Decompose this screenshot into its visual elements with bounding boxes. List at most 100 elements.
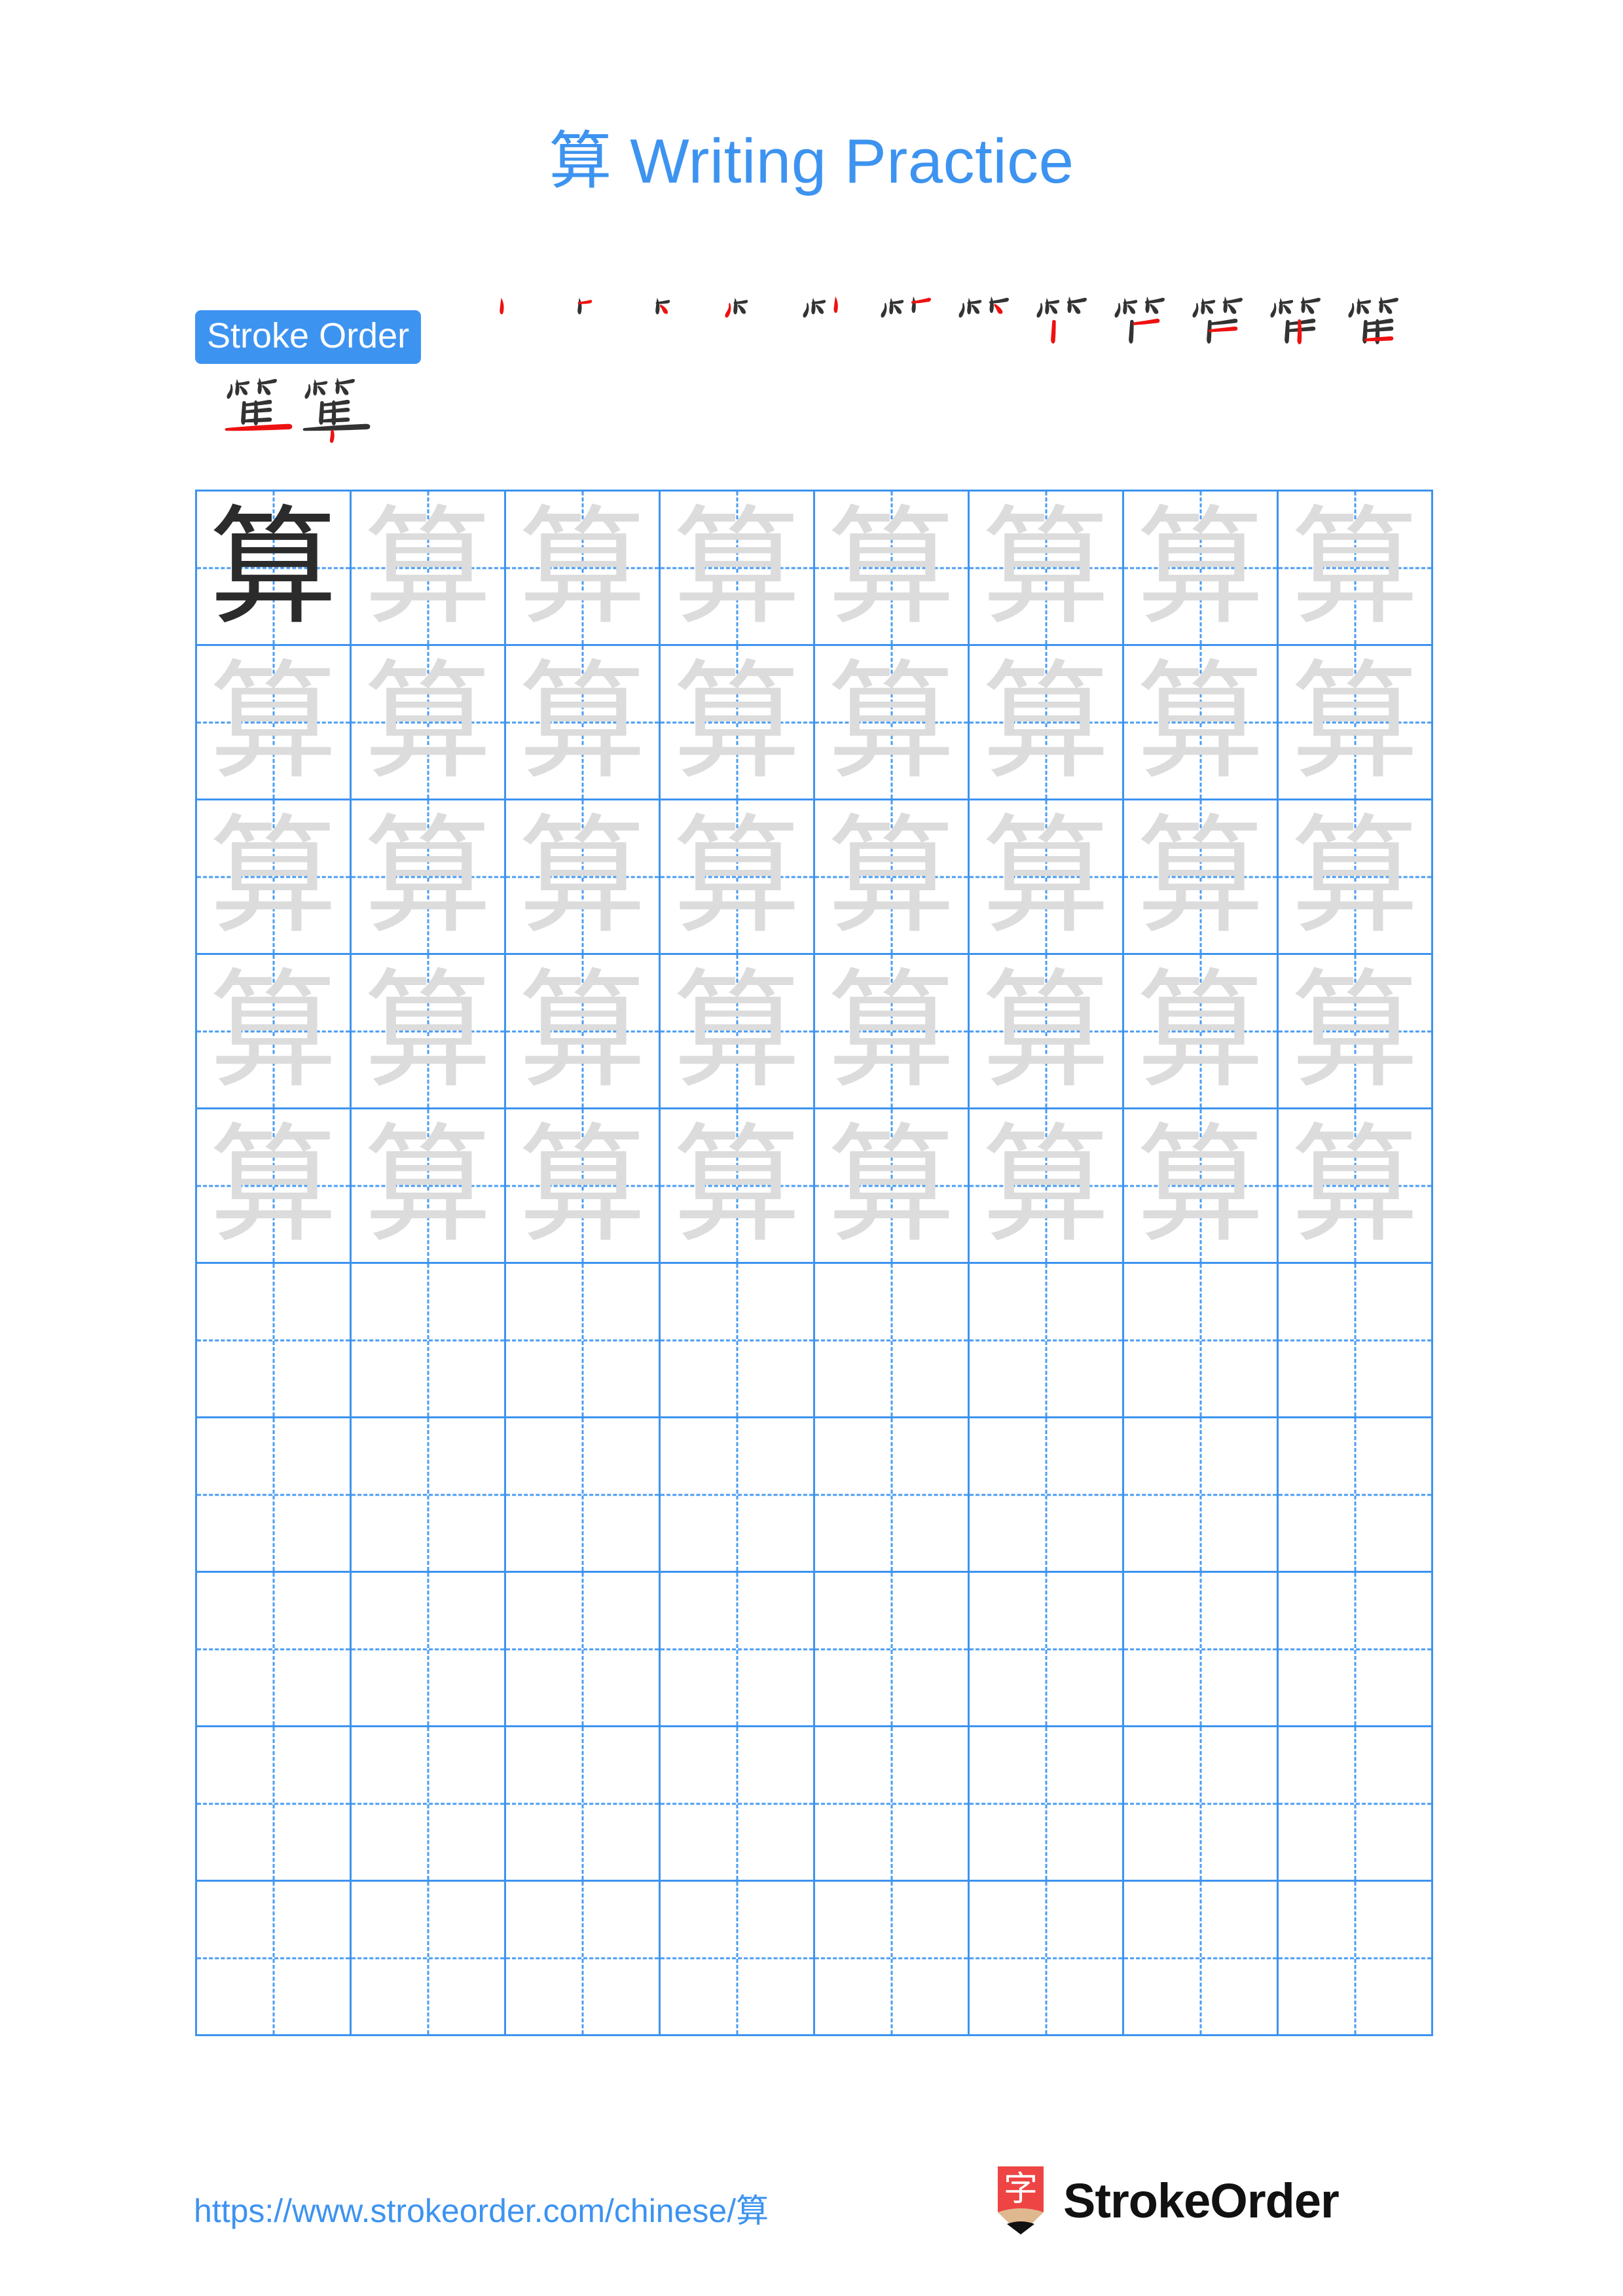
practice-cell[interactable]	[815, 1727, 970, 1882]
practice-cell[interactable]: 算	[1279, 646, 1433, 800]
practice-cell[interactable]	[815, 1264, 970, 1418]
practice-cell[interactable]: 算	[970, 646, 1124, 800]
practice-cell[interactable]: 算	[815, 1109, 970, 1264]
stroke-step-14	[298, 369, 376, 448]
trace-character: 算	[981, 956, 1110, 1106]
practice-cell[interactable]: 算	[197, 955, 352, 1109]
trace-character: 算	[827, 493, 956, 643]
practice-cell[interactable]	[661, 1727, 815, 1882]
practice-cell[interactable]: 算	[1124, 646, 1279, 800]
practice-cell[interactable]: 算	[661, 1109, 815, 1264]
practice-cell[interactable]	[970, 1418, 1124, 1573]
practice-cell[interactable]	[815, 1882, 970, 2036]
practice-cell[interactable]: 算	[1124, 955, 1279, 1109]
footer-url[interactable]: https://www.strokeorder.com/chinese/算	[194, 2185, 769, 2232]
practice-cell[interactable]	[1279, 1264, 1433, 1418]
practice-cell[interactable]	[197, 1727, 352, 1882]
page-title: 算 Writing Practice	[0, 110, 1623, 201]
practice-cell[interactable]	[1279, 1882, 1433, 2036]
trace-character: 算	[1136, 1111, 1265, 1261]
practice-cell[interactable]	[352, 1264, 506, 1418]
practice-cell[interactable]	[661, 1418, 815, 1573]
practice-cell[interactable]: 算	[661, 955, 815, 1109]
practice-cell[interactable]	[1124, 1573, 1279, 1727]
stroke-step-5	[796, 288, 875, 367]
practice-cell[interactable]	[661, 1573, 815, 1727]
practice-cell[interactable]	[1279, 1418, 1433, 1573]
practice-cell[interactable]	[815, 1573, 970, 1727]
practice-cell[interactable]	[506, 1418, 661, 1573]
practice-cell[interactable]	[352, 1882, 506, 2036]
practice-cell[interactable]	[970, 1882, 1124, 2036]
practice-cell[interactable]: 算	[1279, 492, 1433, 646]
practice-cell[interactable]: 算	[970, 1109, 1124, 1264]
practice-cell[interactable]	[1124, 1264, 1279, 1418]
practice-cell[interactable]	[661, 1882, 815, 2036]
trace-character: 算	[1136, 647, 1265, 797]
practice-cell[interactable]	[197, 1264, 352, 1418]
practice-cell[interactable]	[1279, 1573, 1433, 1727]
practice-cell[interactable]: 算	[506, 800, 661, 955]
practice-cell[interactable]	[197, 1418, 352, 1573]
practice-cell[interactable]: 算	[197, 800, 352, 955]
practice-cell[interactable]: 算	[352, 955, 506, 1109]
practice-cell[interactable]	[352, 1573, 506, 1727]
practice-cell[interactable]: 算	[352, 800, 506, 955]
practice-cell[interactable]	[1124, 1727, 1279, 1882]
practice-cell[interactable]: 算	[506, 955, 661, 1109]
practice-cell[interactable]: 算	[661, 800, 815, 955]
practice-cell[interactable]	[506, 1727, 661, 1882]
practice-cell[interactable]: 算	[661, 492, 815, 646]
trace-character: 算	[363, 802, 492, 952]
trace-character: 算	[518, 1111, 647, 1261]
practice-cell[interactable]: 算	[815, 800, 970, 955]
practice-cell[interactable]: 算	[197, 646, 352, 800]
practice-cell[interactable]: 算	[506, 646, 661, 800]
practice-cell[interactable]: 算	[815, 646, 970, 800]
trace-character: 算	[1290, 493, 1419, 643]
practice-cell[interactable]: 算	[352, 492, 506, 646]
practice-cell[interactable]	[506, 1573, 661, 1727]
practice-cell[interactable]: 算	[352, 646, 506, 800]
practice-cell[interactable]	[506, 1264, 661, 1418]
practice-cell[interactable]: 算	[1124, 1109, 1279, 1264]
practice-cell[interactable]	[970, 1264, 1124, 1418]
practice-cell[interactable]	[352, 1727, 506, 1882]
practice-cell[interactable]	[970, 1727, 1124, 1882]
trace-character: 算	[1290, 647, 1419, 797]
footer-brand: 字 StrokeOrder	[995, 2166, 1340, 2234]
practice-cell[interactable]: 算	[1124, 492, 1279, 646]
trace-character: 算	[827, 802, 956, 952]
practice-cell[interactable]	[197, 1573, 352, 1727]
practice-cell[interactable]	[352, 1418, 506, 1573]
practice-cell[interactable]	[1279, 1727, 1433, 1882]
practice-cell[interactable]: 算	[970, 955, 1124, 1109]
practice-cell[interactable]: 算	[1279, 955, 1433, 1109]
practice-cell[interactable]: 算	[815, 955, 970, 1109]
practice-cell[interactable]: 算	[1279, 800, 1433, 955]
practice-cell[interactable]: 算	[352, 1109, 506, 1264]
trace-character: 算	[363, 956, 492, 1106]
practice-cell[interactable]: 算	[197, 492, 352, 646]
practice-cell[interactable]	[661, 1264, 815, 1418]
practice-cell[interactable]: 算	[1279, 1109, 1433, 1264]
practice-cell[interactable]	[1124, 1418, 1279, 1573]
practice-cell[interactable]: 算	[506, 1109, 661, 1264]
practice-cell[interactable]	[1124, 1882, 1279, 2036]
practice-cell[interactable]: 算	[815, 492, 970, 646]
trace-character: 算	[981, 802, 1110, 952]
practice-cell[interactable]: 算	[661, 646, 815, 800]
practice-cell[interactable]	[815, 1418, 970, 1573]
practice-cell[interactable]	[197, 1882, 352, 2036]
practice-cell[interactable]: 算	[970, 492, 1124, 646]
stroke-step-1	[484, 288, 563, 367]
practice-cell[interactable]: 算	[506, 492, 661, 646]
trace-character: 算	[1136, 493, 1265, 643]
practice-cell[interactable]: 算	[970, 800, 1124, 955]
practice-cell[interactable]: 算	[1124, 800, 1279, 955]
practice-cell[interactable]	[970, 1573, 1124, 1727]
trace-character: 算	[827, 1111, 956, 1261]
practice-cell[interactable]	[506, 1882, 661, 2036]
practice-cell[interactable]: 算	[197, 1109, 352, 1264]
trace-character: 算	[209, 956, 338, 1106]
